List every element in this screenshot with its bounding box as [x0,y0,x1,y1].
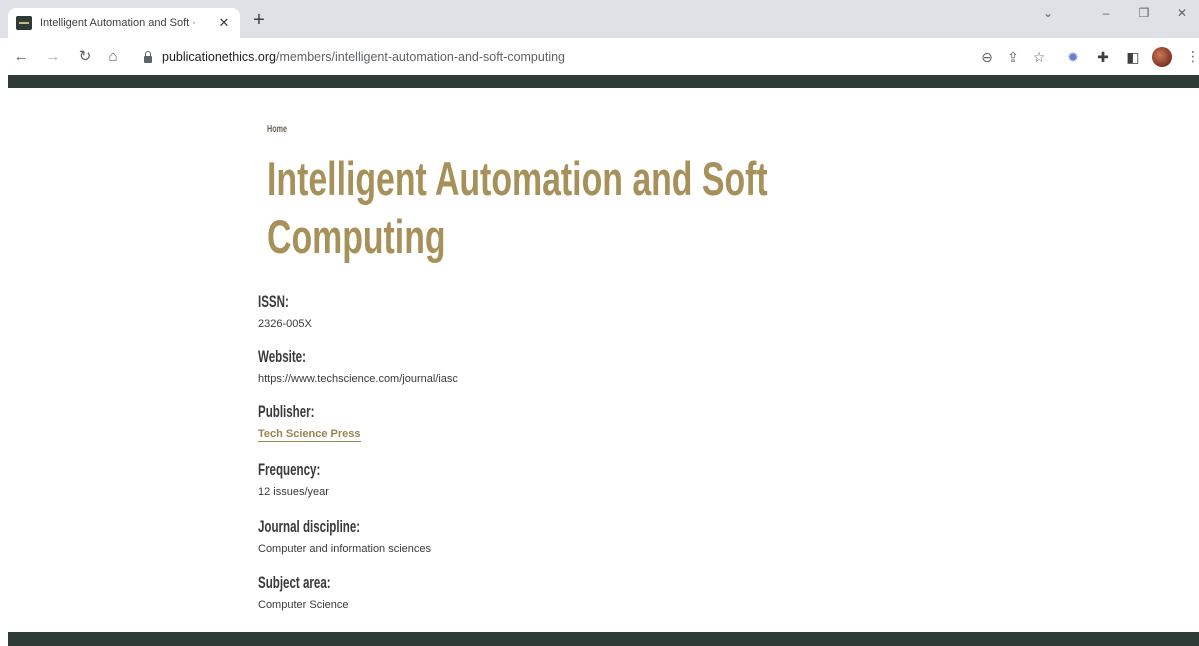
puzzle-icon[interactable]: ✚ [1094,48,1112,66]
reload-icon[interactable]: ↻ [76,48,94,66]
forward-icon[interactable]: → [44,48,62,66]
lock-icon[interactable] [144,50,152,63]
site-footer-bar [8,632,1199,646]
page-title: Intelligent Automation and Soft Computin… [267,152,768,263]
breadcrumb[interactable]: Home [267,124,287,135]
close-tab-icon[interactable]: ✕ [216,15,232,31]
publisher-field: Publisher: Tech Science Press [258,402,361,442]
issn-label: ISSN: [258,292,289,311]
tab-strip: Intelligent Automation and Soft · ✕ + ⌄ … [0,0,1199,38]
extension-icon[interactable]: ✹ [1064,48,1082,66]
browser-toolbar: ← → ↻ ⌂ publicationethics.org/members/in… [0,38,1199,75]
sidepanel-icon[interactable]: ◧ [1124,48,1142,66]
website-label: Website: [258,347,306,366]
menu-icon[interactable]: ⋮ [1186,48,1199,65]
browser-tab[interactable]: Intelligent Automation and Soft · ✕ [8,8,240,38]
url-text[interactable]: publicationethics.org/members/intelligen… [162,50,565,64]
subject-field: Subject area: Computer Science [258,573,365,611]
share-icon[interactable]: ⇪ [1004,48,1022,66]
new-tab-button[interactable]: + [248,9,270,31]
publisher-label: Publisher: [258,402,315,421]
minimize-icon[interactable]: – [1094,6,1118,20]
tab-title: Intelligent Automation and Soft · [40,17,196,29]
website-value: https://www.techscience.com/journal/iasc [258,373,458,385]
subject-label: Subject area: [258,573,331,592]
profile-avatar[interactable] [1152,47,1172,67]
zoom-icon[interactable]: ⊖ [978,48,996,66]
address-bar[interactable]: publicationethics.org/members/intelligen… [138,45,698,69]
frequency-field: Frequency: 12 issues/year [258,460,350,498]
discipline-label: Journal discipline: [258,517,361,536]
close-window-icon[interactable]: ✕ [1170,6,1194,20]
site-favicon-icon [16,16,32,30]
issn-value: 2326-005X [258,318,312,330]
discipline-field: Journal discipline: Computer and informa… [258,517,431,555]
tab-search-chevron-icon[interactable]: ⌄ [1036,6,1060,20]
publisher-link[interactable]: Tech Science Press [258,428,361,442]
discipline-value: Computer and information sciences [258,543,432,555]
restore-icon[interactable]: ❐ [1132,6,1156,20]
back-icon[interactable]: ← [12,48,30,66]
frequency-value: 12 issues/year [258,486,329,498]
home-icon[interactable]: ⌂ [104,48,122,66]
frequency-label: Frequency: [258,460,321,479]
site-header-bar [8,75,1199,88]
bookmark-star-icon[interactable]: ☆ [1030,48,1048,66]
subject-value: Computer Science [258,599,349,611]
issn-field: ISSN: 2326-005X [258,292,312,330]
website-field: Website: https://www.techscience.com/jou… [258,347,458,385]
